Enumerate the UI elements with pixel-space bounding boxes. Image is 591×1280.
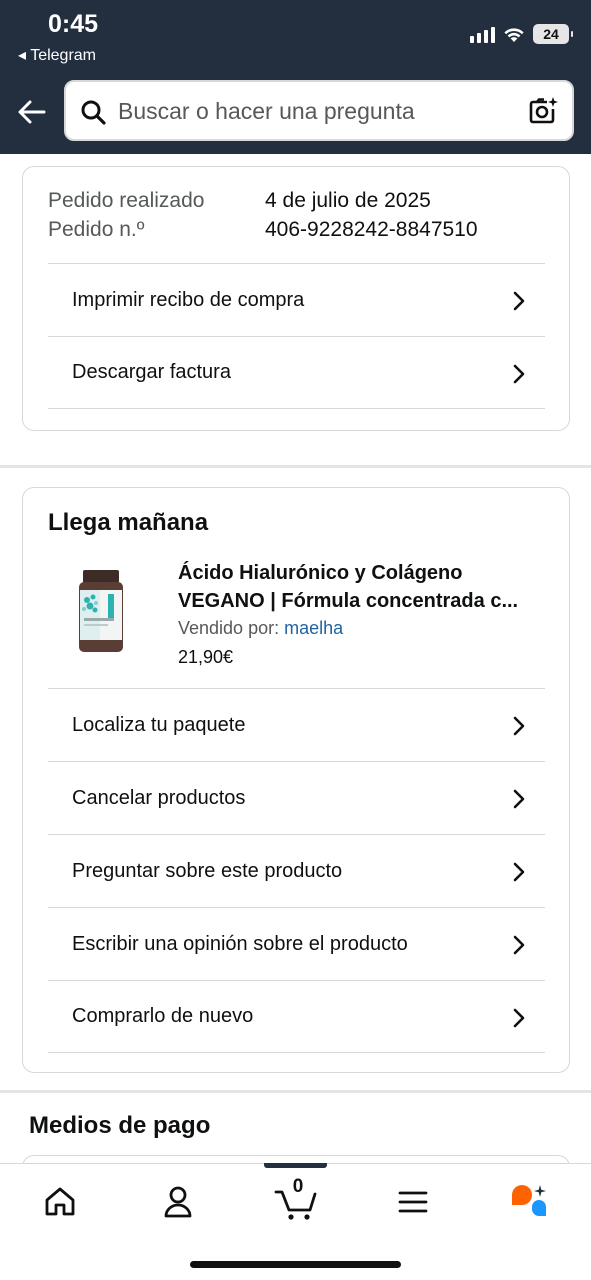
print-receipt-row[interactable]: Imprimir recibo de compra (48, 263, 545, 336)
order-date-label: Pedido realizado (48, 189, 205, 212)
chevron-right-icon (513, 789, 525, 809)
back-to-telegram-link[interactable]: ◂ Telegram (18, 45, 96, 65)
seller-link[interactable]: maelha (284, 618, 343, 638)
track-package-row[interactable]: Localiza tu paquete (48, 688, 545, 761)
product-title-line-2[interactable]: VEGANO | Fórmula concentrada c... (178, 587, 548, 615)
section-divider (0, 1090, 591, 1093)
download-invoice-label: Descargar factura (72, 361, 231, 383)
cancel-items-label: Cancelar productos (72, 786, 246, 809)
wifi-icon (504, 27, 524, 42)
rufus-assistant-icon[interactable] (508, 1182, 548, 1222)
search-icon (81, 100, 106, 125)
download-invoice-row[interactable]: Descargar factura (48, 336, 545, 409)
order-date-value: 4 de julio de 2025 (265, 189, 431, 212)
track-package-label: Localiza tu paquete (72, 713, 246, 736)
active-tab-indicator (264, 1163, 327, 1168)
order-number-value: 406-9228242-8847510 (265, 218, 478, 241)
home-icon[interactable] (40, 1182, 80, 1222)
home-indicator-bar[interactable] (190, 1261, 401, 1268)
chevron-right-icon (513, 716, 525, 736)
write-review-row[interactable]: Escribir una opinión sobre el producto (48, 907, 545, 980)
chevron-right-icon (513, 1008, 525, 1028)
back-arrow-icon[interactable] (16, 96, 48, 128)
top-header: 0:45 ◂ Telegram 24 (0, 0, 591, 154)
cart-count-badge: 0 (292, 1176, 304, 1197)
search-input[interactable] (118, 90, 518, 132)
product-image[interactable] (75, 568, 127, 654)
status-icons: 24 (470, 24, 573, 44)
search-bar[interactable] (64, 80, 574, 141)
payment-methods-title: Medios de pago (29, 1112, 211, 1139)
ask-product-question-label: Preguntar sobre este producto (72, 859, 343, 882)
buy-again-label: Comprarlo de nuevo (72, 1005, 254, 1027)
section-divider (0, 465, 591, 468)
account-icon[interactable] (158, 1182, 198, 1222)
chevron-right-icon (513, 291, 525, 311)
camera-search-icon[interactable] (528, 96, 558, 126)
battery-icon: 24 (533, 24, 573, 44)
menu-icon[interactable] (393, 1182, 433, 1222)
status-time: 0:45 (48, 10, 99, 38)
delivery-status-title: Llega mañana (48, 509, 209, 536)
write-review-label: Escribir una opinión sobre el producto (72, 932, 408, 955)
order-info-card: Pedido realizado 4 de julio de 2025 Pedi… (22, 166, 570, 431)
chevron-right-icon (513, 862, 525, 882)
cancel-items-row[interactable]: Cancelar productos (48, 761, 545, 834)
ask-product-question-row[interactable]: Preguntar sobre este producto (48, 834, 545, 907)
chevron-right-icon (513, 935, 525, 955)
order-number-label: Pedido n.º (48, 218, 145, 241)
buy-again-row[interactable]: Comprarlo de nuevo (48, 980, 545, 1053)
seller-info: Vendido por: maelha (178, 618, 343, 639)
shipment-card: Llega mañana Ácido Hialurónico y Colágen… (22, 487, 570, 1073)
cellular-signal-icon (470, 25, 495, 43)
chevron-right-icon (513, 364, 525, 384)
sold-by-label: Vendido por: (178, 618, 285, 638)
product-price: 21,90€ (178, 647, 234, 667)
product-title-line-1[interactable]: Ácido Hialurónico y Colágeno (178, 559, 548, 587)
print-receipt-label: Imprimir recibo de compra (72, 288, 305, 311)
